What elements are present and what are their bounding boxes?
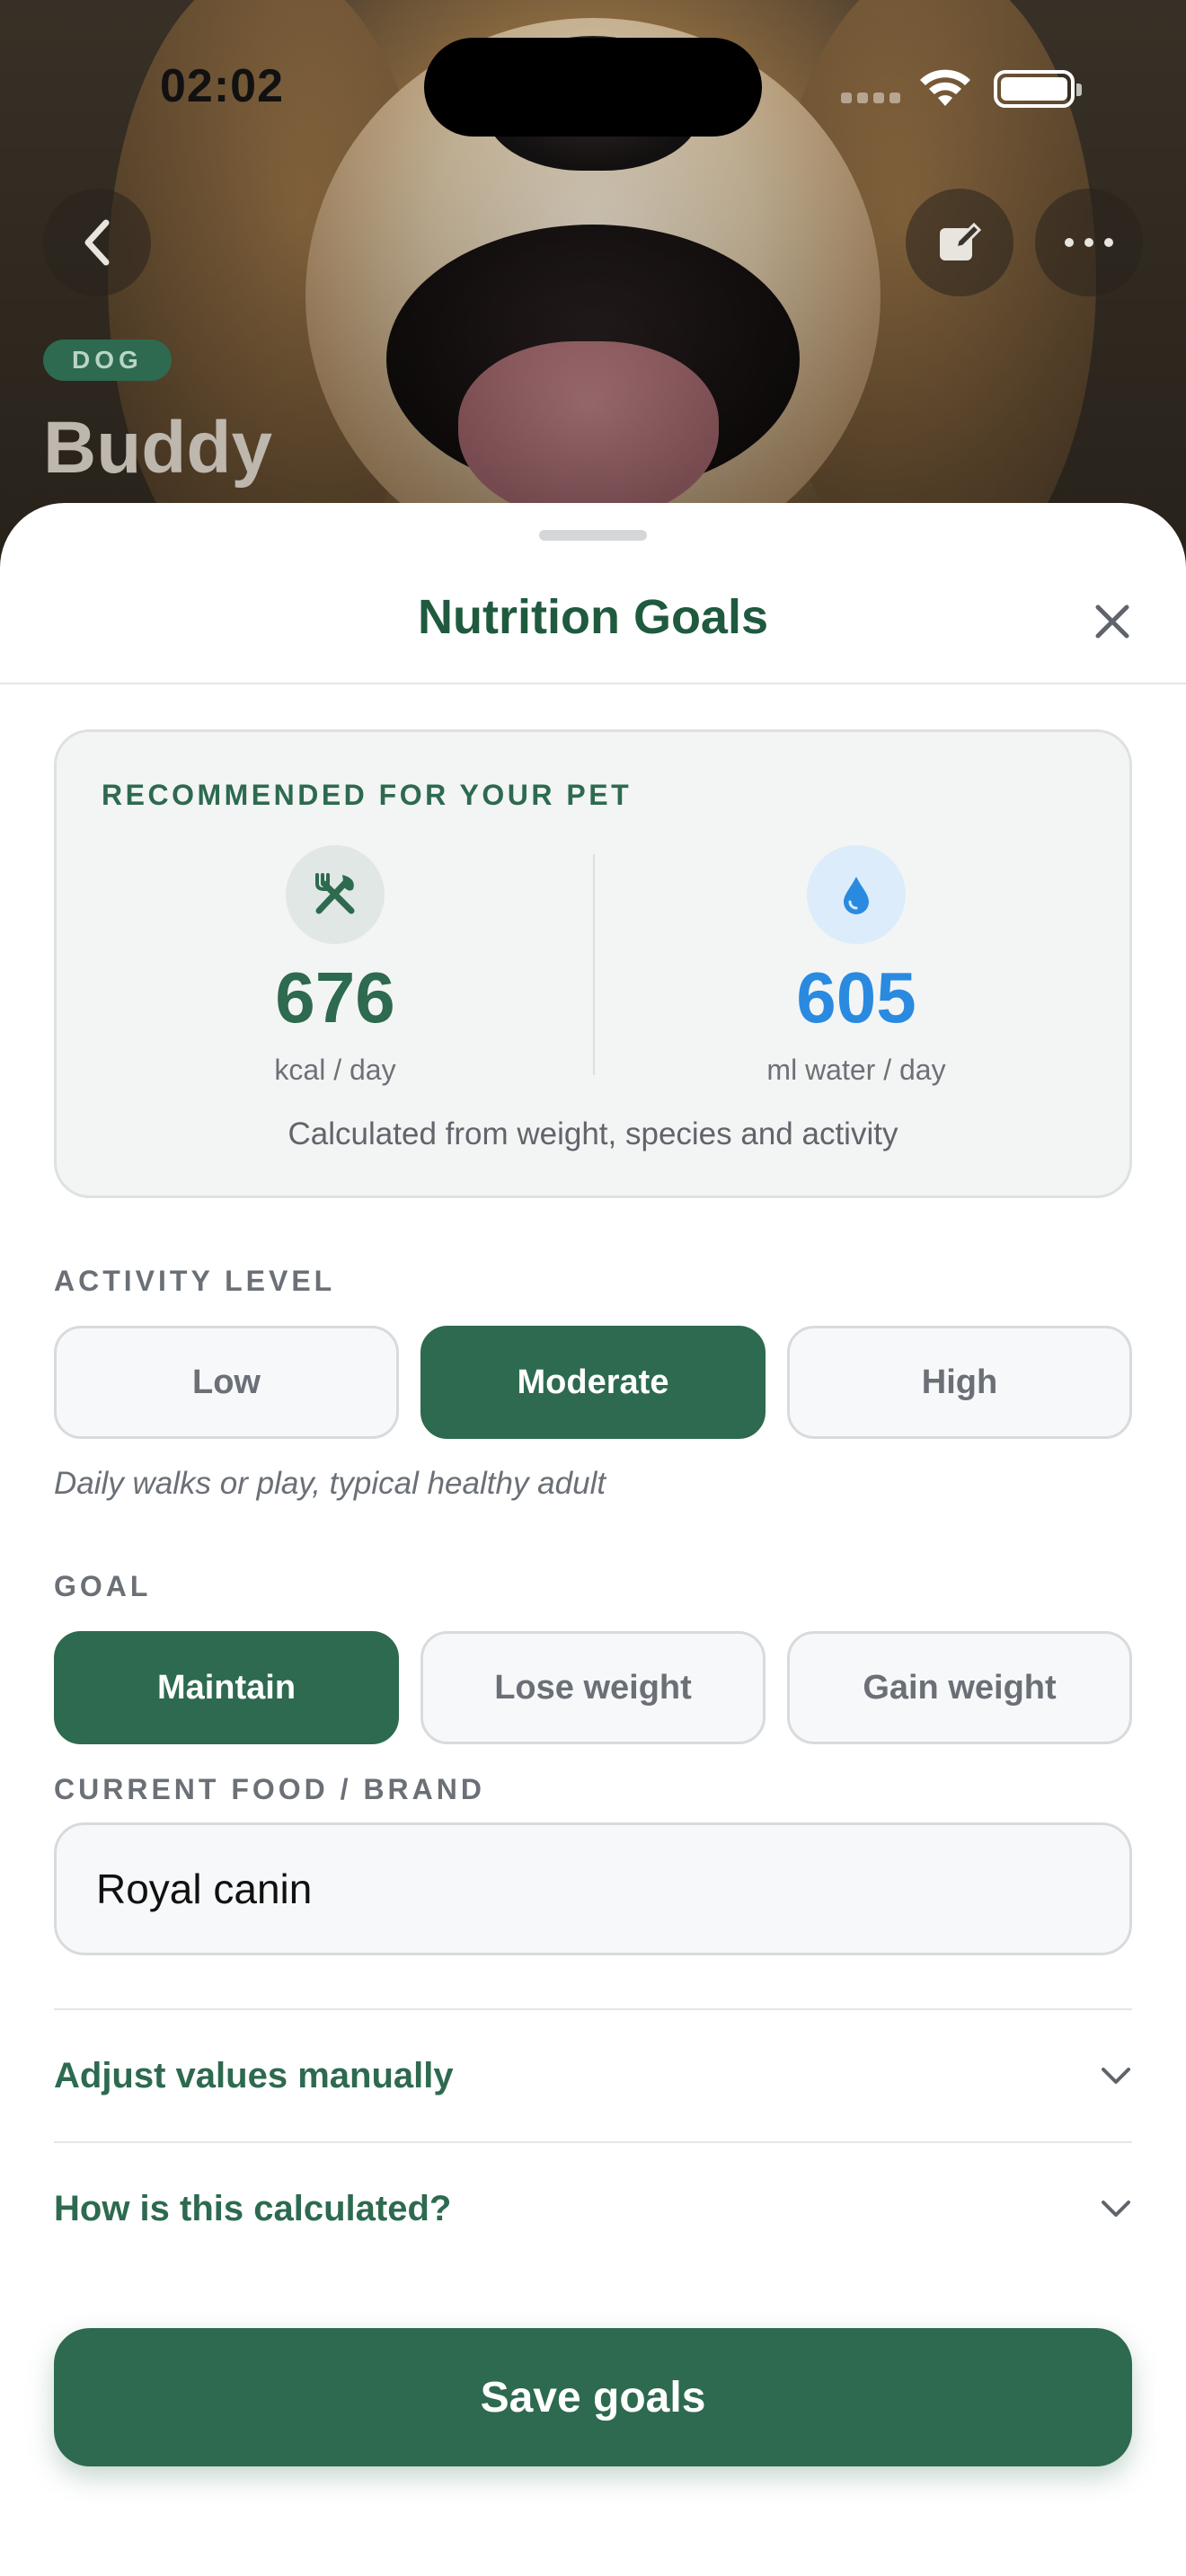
close-button[interactable]: [1084, 593, 1141, 650]
more-horizontal-icon: [1065, 238, 1113, 247]
nutrition-goals-sheet: Nutrition Goals RECOMMENDED FOR YOUR PET: [0, 503, 1186, 2576]
food-brand-input[interactable]: [54, 1822, 1132, 1955]
activity-option-moderate[interactable]: Moderate: [420, 1326, 766, 1439]
sheet-grabber[interactable]: [539, 530, 647, 541]
food-brand-label: CURRENT FOOD / BRAND: [54, 1773, 485, 1805]
screen: 02:02 DOG Buddy Nutrition Goals RECOMMEN…: [0, 0, 1186, 2576]
chevron-down-icon: [1102, 2068, 1130, 2084]
chevron-left-icon: [84, 219, 110, 266]
recommendation-note: Calculated from weight, species and acti…: [288, 1116, 898, 1151]
battery-icon: [994, 70, 1082, 108]
activity-helper-text: Daily walks or play, typical healthy adu…: [54, 1466, 606, 1501]
card-divider: [593, 854, 595, 1075]
activity-option-low[interactable]: Low: [54, 1326, 399, 1439]
chevron-down-icon: [1102, 2201, 1130, 2217]
goal-label: GOAL: [54, 1570, 152, 1602]
edit-button[interactable]: [906, 189, 1013, 296]
goal-option-gain-weight[interactable]: Gain weight: [787, 1631, 1132, 1744]
edit-icon: [940, 222, 982, 260]
cellular-signal-icon: [841, 93, 900, 103]
recommendation-card: RECOMMENDED FOR YOUR PET 676 kcal / day: [54, 729, 1132, 1198]
how-calculated-label: How is this calculated?: [54, 2188, 452, 2228]
calorie-unit: kcal / day: [274, 1054, 396, 1086]
back-button[interactable]: [43, 189, 151, 296]
adjust-values-label: Adjust values manually: [54, 2055, 454, 2095]
pet-name: Buddy: [43, 407, 273, 489]
wifi-icon: [920, 69, 970, 106]
recommendation-title: RECOMMENDED FOR YOUR PET: [102, 779, 633, 811]
activity-level-label: ACTIVITY LEVEL: [54, 1265, 336, 1297]
species-badge: DOG: [43, 340, 172, 381]
activity-option-high[interactable]: High: [787, 1326, 1132, 1439]
save-goals-button[interactable]: Save goals: [54, 2328, 1132, 2466]
more-button[interactable]: [1035, 189, 1143, 296]
water-drop-icon: [807, 845, 906, 944]
water-goal: 605 ml water / day: [614, 845, 1099, 1087]
adjust-values-accordion[interactable]: Adjust values manually: [54, 2010, 1132, 2141]
header-divider: [0, 683, 1186, 684]
how-calculated-accordion[interactable]: How is this calculated?: [54, 2143, 1132, 2274]
calorie-value: 676: [275, 957, 395, 1037]
goal-option-lose-weight[interactable]: Lose weight: [420, 1631, 766, 1744]
fork-knife-icon: [286, 845, 385, 944]
dynamic-island: [424, 38, 762, 137]
water-unit: ml water / day: [766, 1054, 946, 1086]
sheet-title: Nutrition Goals: [418, 590, 768, 644]
status-time: 02:02: [160, 60, 284, 112]
goal-option-maintain[interactable]: Maintain: [54, 1631, 399, 1744]
water-value: 605: [796, 957, 916, 1037]
close-icon: [1095, 604, 1129, 639]
calorie-goal: 676 kcal / day: [93, 845, 578, 1087]
